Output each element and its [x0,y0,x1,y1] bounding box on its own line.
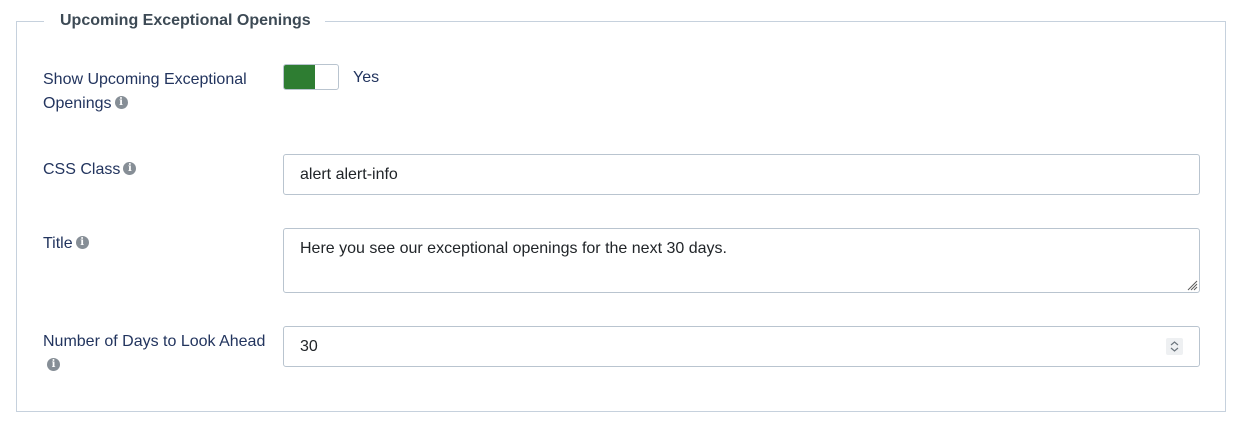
toggle-state-label: Yes [353,69,380,86]
title-textarea[interactable]: Here you see our exceptional openings fo… [283,228,1200,293]
title-label: Title i [43,232,89,256]
show-upcoming-toggle[interactable] [283,64,339,90]
days-ahead-input[interactable]: 30 [283,326,1200,367]
title-label-text: Title [43,235,73,252]
info-icon[interactable]: i [114,96,128,109]
fieldset-legend: Upcoming Exceptional Openings [44,10,325,32]
resize-grip-icon[interactable] [1186,279,1198,291]
css-class-label-text: CSS Class [43,161,121,178]
css-class-input[interactable]: alert alert-info [283,154,1200,195]
show-upcoming-label-line2: Openings [43,95,112,112]
info-icon[interactable]: i [47,358,60,371]
days-ahead-label: Number of Days to Look Ahead i [43,330,265,378]
title-textarea-value: Here you see our exceptional openings fo… [300,240,727,257]
show-upcoming-label-line1: Show Upcoming Exceptional [43,71,247,88]
info-icon[interactable]: i [123,162,137,175]
toggle-on-indicator [284,65,315,89]
spinner-arrows-icon[interactable] [1166,338,1183,355]
days-ahead-label-text: Number of Days to Look Ahead [43,333,266,350]
days-ahead-input-value: 30 [300,338,318,355]
css-class-input-value: alert alert-info [300,166,398,183]
show-upcoming-label: Show Upcoming Exceptional Openings i [43,68,247,116]
info-icon[interactable]: i [75,236,89,249]
css-class-label: CSS Class i [43,158,137,182]
